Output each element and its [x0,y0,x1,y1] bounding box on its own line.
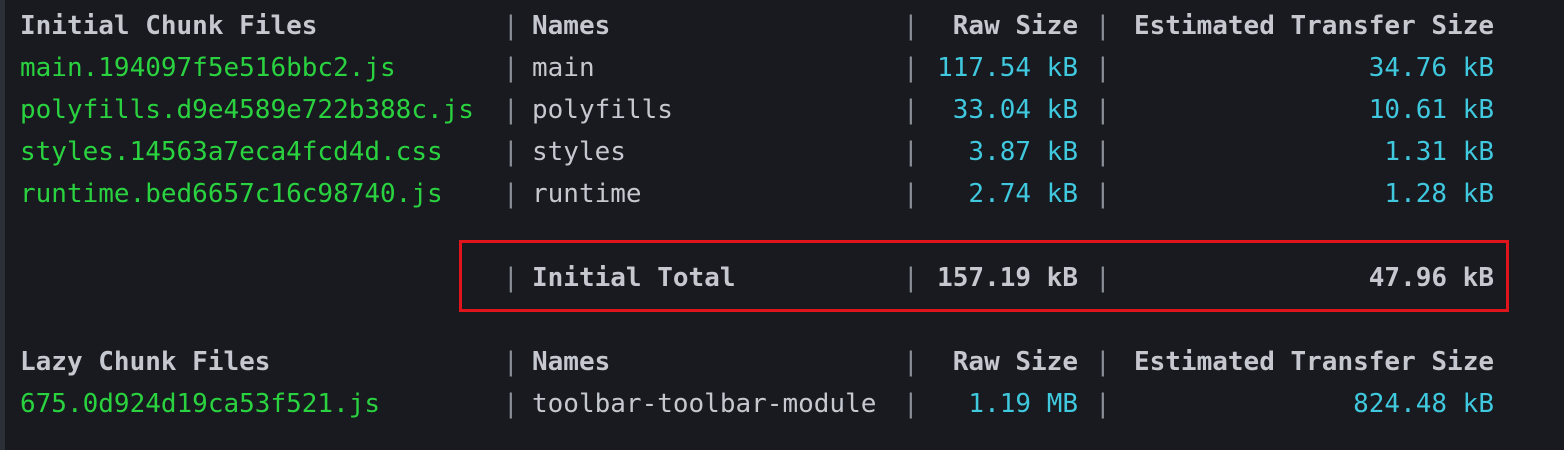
column-separator: | [903,263,919,293]
initial-total-label: Initial Total [532,263,736,293]
chunk-name: styles [532,137,626,167]
names-header: Names [532,11,611,41]
chunk-file-name: polyfills.d9e4589e722b388c.js [20,95,474,125]
lazy-files-header: Lazy Chunk Files [20,347,271,377]
column-separator: | [903,137,919,167]
chunk-name: toolbar-toolbar-module [532,389,877,419]
column-separator: | [503,389,519,419]
raw-size-value: 117.54 kB [937,53,1078,83]
chunk-file-name: styles.14563a7eca4fcd4d.css [20,137,443,167]
column-separator: | [1095,263,1111,293]
column-separator: | [903,53,919,83]
names-header: Names [532,347,611,377]
column-separator: | [503,11,519,41]
column-separator: | [503,53,519,83]
transfer-size-value: 1.31 kB [1384,137,1494,167]
transfer-size-value: 34.76 kB [1368,53,1494,83]
column-separator: | [503,137,519,167]
column-separator: | [503,179,519,209]
column-separator: | [503,347,519,377]
raw-size-value: 33.04 kB [952,95,1078,125]
column-separator: | [1095,179,1111,209]
column-separator: | [503,263,519,293]
column-separator: | [903,179,919,209]
raw-size-value: 3.87 kB [968,137,1078,167]
raw-size-value: 1.19 MB [968,389,1078,419]
column-separator: | [903,347,919,377]
raw-size-header: Raw Size [952,11,1078,41]
raw-size-value: 2.74 kB [968,179,1078,209]
column-separator: | [1095,11,1111,41]
column-separator: | [1095,347,1111,377]
column-separator: | [1095,95,1111,125]
column-separator: | [1095,389,1111,419]
transfer-size-value: 1.28 kB [1384,179,1494,209]
column-separator: | [903,11,919,41]
chunk-name: polyfills [532,95,673,125]
initial-files-header: Initial Chunk Files [20,11,318,41]
column-separator: | [903,389,919,419]
chunk-name: main [532,53,595,83]
column-separator: | [1095,137,1111,167]
chunk-file-name: main.194097f5e516bbc2.js [20,53,396,83]
transfer-size-value: 824.48 kB [1353,389,1494,419]
column-separator: | [503,95,519,125]
chunk-name: runtime [532,179,642,209]
transfer-size-value: 10.61 kB [1368,95,1494,125]
transfer-size-header: Estimated Transfer Size [1133,347,1494,377]
initial-total-transfer-size: 47.96 kB [1368,263,1494,293]
chunk-file-name: runtime.bed6657c16c98740.js [20,179,443,209]
initial-total-raw-size: 157.19 kB [937,263,1078,293]
raw-size-header: Raw Size [952,347,1078,377]
terminal-output: Initial Chunk Files | Names | Raw Size |… [0,0,1564,450]
transfer-size-header: Estimated Transfer Size [1133,11,1494,41]
chunk-file-name: 675.0d924d19ca53f521.js [20,389,381,419]
column-separator: | [903,95,919,125]
column-separator: | [1095,53,1111,83]
